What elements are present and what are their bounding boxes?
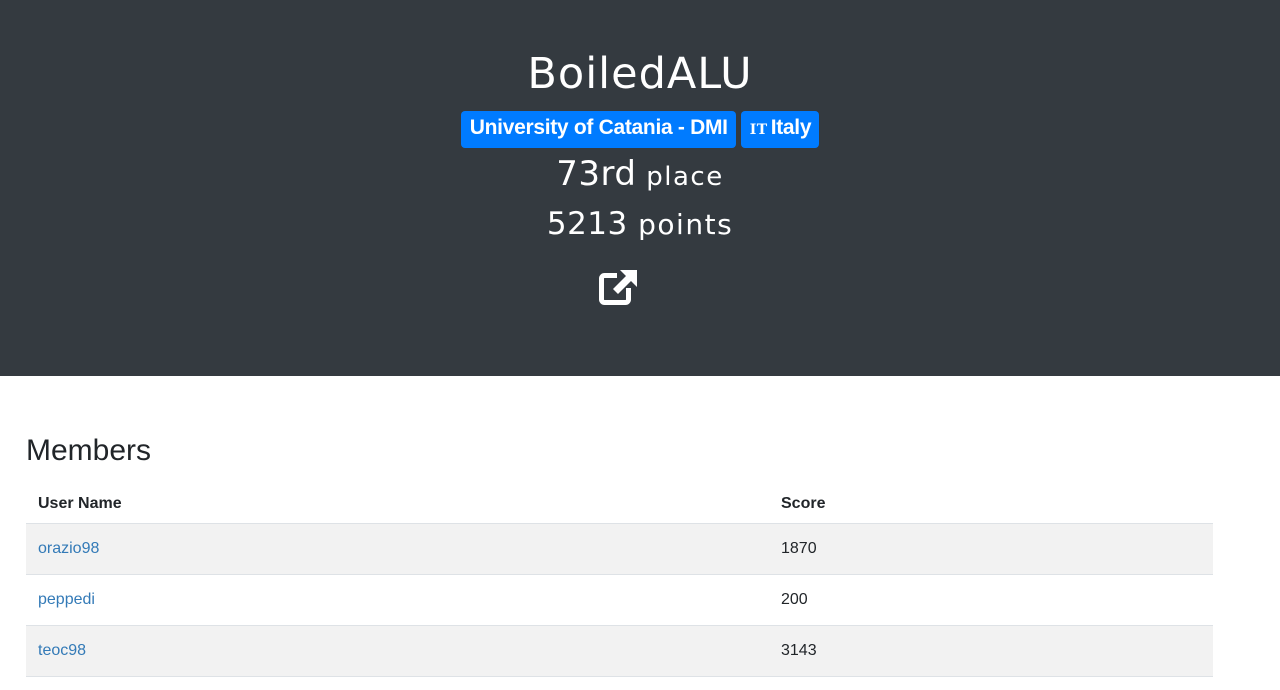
team-badges: University of Catania - DMI IT Italy (0, 111, 1280, 148)
members-title: Members (26, 434, 152, 467)
table-header-row: User Name Score (26, 485, 1213, 524)
team-points: 5213 points (0, 204, 1280, 245)
points-number: 5213 (546, 206, 628, 242)
team-header: BoiledALU University of Catania - DMI IT… (0, 0, 1280, 376)
affiliation-label: University of Catania - DMI (469, 116, 728, 139)
score-cell: 1870 (769, 523, 1213, 575)
team-name: BoiledALU (527, 49, 753, 99)
username-link[interactable]: teoc98 (38, 642, 86, 659)
table-row: peppedi 200 (26, 574, 1213, 626)
username-link[interactable]: orazio98 (38, 540, 99, 557)
place-number: 73rd (556, 154, 637, 194)
country-badge[interactable]: IT Italy (740, 111, 820, 148)
score-cell: 3143 (769, 625, 1213, 677)
members-table: User Name Score orazio98 1870 peppedi 20… (26, 485, 1213, 677)
column-header-username: User Name (26, 485, 769, 524)
username-link[interactable]: peppedi (38, 591, 95, 608)
score-cell: 200 (769, 574, 1213, 626)
points-label: points (638, 208, 734, 241)
country-label: Italy (770, 116, 812, 139)
username-cell: orazio98 (26, 523, 769, 575)
affiliation-badge[interactable]: University of Catania - DMI (460, 111, 736, 148)
country-flag-icon: IT (749, 122, 768, 138)
column-header-score: Score (769, 485, 1213, 524)
username-cell: teoc98 (26, 625, 769, 677)
external-link-button[interactable] (597, 268, 639, 306)
external-link-icon (599, 268, 639, 305)
username-cell: peppedi (26, 574, 769, 626)
place-label: place (646, 162, 724, 192)
table-row: teoc98 3143 (26, 625, 1213, 677)
team-place: 73rd place (0, 152, 1280, 199)
table-row: orazio98 1870 (26, 523, 1213, 575)
members-section: Members User Name Score orazio98 1870 pe… (26, 376, 1213, 677)
